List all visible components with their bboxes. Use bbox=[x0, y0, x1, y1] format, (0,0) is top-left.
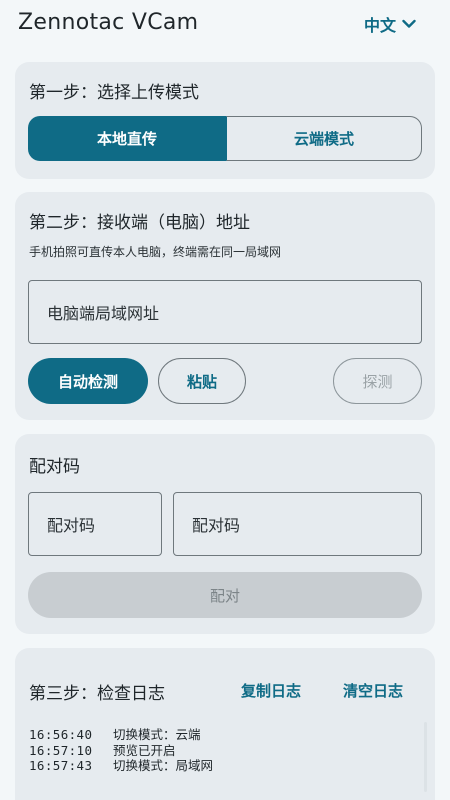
pairing-code-placeholder-1: 配对码 bbox=[47, 516, 96, 535]
log-entry: 16:57:43 切换模式：局域网 bbox=[29, 758, 419, 774]
clear-log-button[interactable]: 清空日志 bbox=[343, 680, 403, 701]
pairing-code-input-2[interactable]: 配对码 bbox=[173, 492, 422, 556]
pairing-code-placeholder-2: 配对码 bbox=[192, 516, 241, 535]
receiver-address-card: 第二步：接收端（电脑）地址 手机拍照可直传本人电脑，终端需在同一局域网 电脑端局… bbox=[15, 192, 435, 420]
log-time: 16:57:10 bbox=[29, 742, 93, 758]
app-title: Zennotac VCam bbox=[18, 10, 199, 35]
chevron-down-icon bbox=[402, 19, 416, 29]
step2-subtitle: 手机拍照可直传本人电脑，终端需在同一局域网 bbox=[29, 245, 282, 259]
log-time: 16:57:43 bbox=[29, 758, 93, 773]
app-header: Zennotac VCam 中文 bbox=[0, 0, 450, 50]
log-message: 切换模式：局域网 bbox=[113, 758, 214, 773]
upload-mode-card: 第一步：选择上传模式 本地直传 云端模式 bbox=[15, 62, 435, 179]
copy-log-button[interactable]: 复制日志 bbox=[241, 680, 301, 701]
auto-detect-button[interactable]: 自动检测 bbox=[28, 358, 148, 404]
log-list[interactable]: 16:56:40 切换模式：云端 16:57:10 预览已开启 16:57:43… bbox=[29, 727, 419, 774]
probe-button[interactable]: 探测 bbox=[333, 358, 422, 404]
step2-title: 第二步：接收端（电脑）地址 bbox=[29, 213, 250, 233]
log-time: 16:56:40 bbox=[29, 727, 93, 742]
log-scrollbar[interactable] bbox=[424, 722, 427, 792]
pair-button[interactable]: 配对 bbox=[28, 572, 422, 618]
language-selector[interactable]: 中文 bbox=[364, 12, 416, 36]
pairing-title: 配对码 bbox=[29, 457, 80, 477]
log-entry: 16:57:10 预览已开启 bbox=[29, 743, 419, 759]
mode-local-button[interactable]: 本地直传 bbox=[28, 116, 226, 161]
log-entry: 16:56:40 切换模式：云端 bbox=[29, 727, 419, 743]
step1-title: 第一步：选择上传模式 bbox=[29, 83, 199, 103]
language-label: 中文 bbox=[363, 16, 396, 35]
log-message: 切换模式：云端 bbox=[113, 727, 201, 742]
step3-title: 第三步：检查日志 bbox=[29, 684, 165, 704]
address-input[interactable]: 电脑端局域网址 bbox=[28, 280, 422, 344]
log-card: 第三步：检查日志 复制日志 清空日志 16:56:40 切换模式：云端 16:5… bbox=[15, 648, 435, 800]
log-message: 预览已开启 bbox=[113, 742, 176, 758]
paste-button[interactable]: 粘贴 bbox=[158, 358, 246, 404]
pairing-code-input-1[interactable]: 配对码 bbox=[28, 492, 162, 556]
pairing-card: 配对码 配对码 配对码 配对 bbox=[15, 434, 435, 634]
mode-cloud-button[interactable]: 云端模式 bbox=[226, 116, 422, 161]
address-placeholder: 电脑端局域网址 bbox=[47, 304, 160, 323]
